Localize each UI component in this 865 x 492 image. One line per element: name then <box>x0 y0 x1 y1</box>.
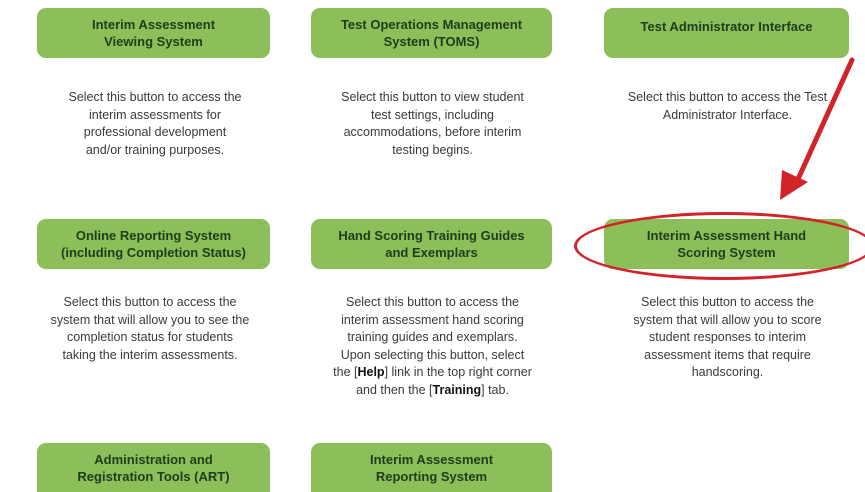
toms-button[interactable]: Test Operations Management System (TOMS) <box>311 8 552 58</box>
red-arrow-icon <box>780 57 855 200</box>
test-administrator-interface-button[interactable]: Test Administrator Interface <box>604 8 849 58</box>
online-reporting-system-button[interactable]: Online Reporting System (including Compl… <box>37 219 270 269</box>
interim-assessment-viewing-system-button[interactable]: Interim Assessment Viewing System <box>37 8 270 58</box>
interim-assessment-hand-scoring-system-button[interactable]: Interim Assessment Hand Scoring System <box>604 219 849 269</box>
interim-assessment-reporting-system-button[interactable]: Interim Assessment Reporting System <box>311 443 552 492</box>
administration-and-registration-tools-button[interactable]: Administration and Registration Tools (A… <box>37 443 270 492</box>
online-reporting-system-description: Select this button to access the system … <box>50 295 250 362</box>
interim-assessment-hand-scoring-system-description: Select this button to access the system … <box>633 295 822 379</box>
hand-scoring-training-guides-button[interactable]: Hand Scoring Training Guides and Exempla… <box>311 219 552 269</box>
help-link-label: Help <box>357 365 385 379</box>
interim-assessment-viewing-system-description: Select this button to access the interim… <box>68 90 242 157</box>
toms-description: Select this button to view student test … <box>341 90 524 157</box>
training-tab-label: Training <box>432 382 482 397</box>
hand-scoring-training-guides-description: Select this button to access the interim… <box>333 295 532 397</box>
